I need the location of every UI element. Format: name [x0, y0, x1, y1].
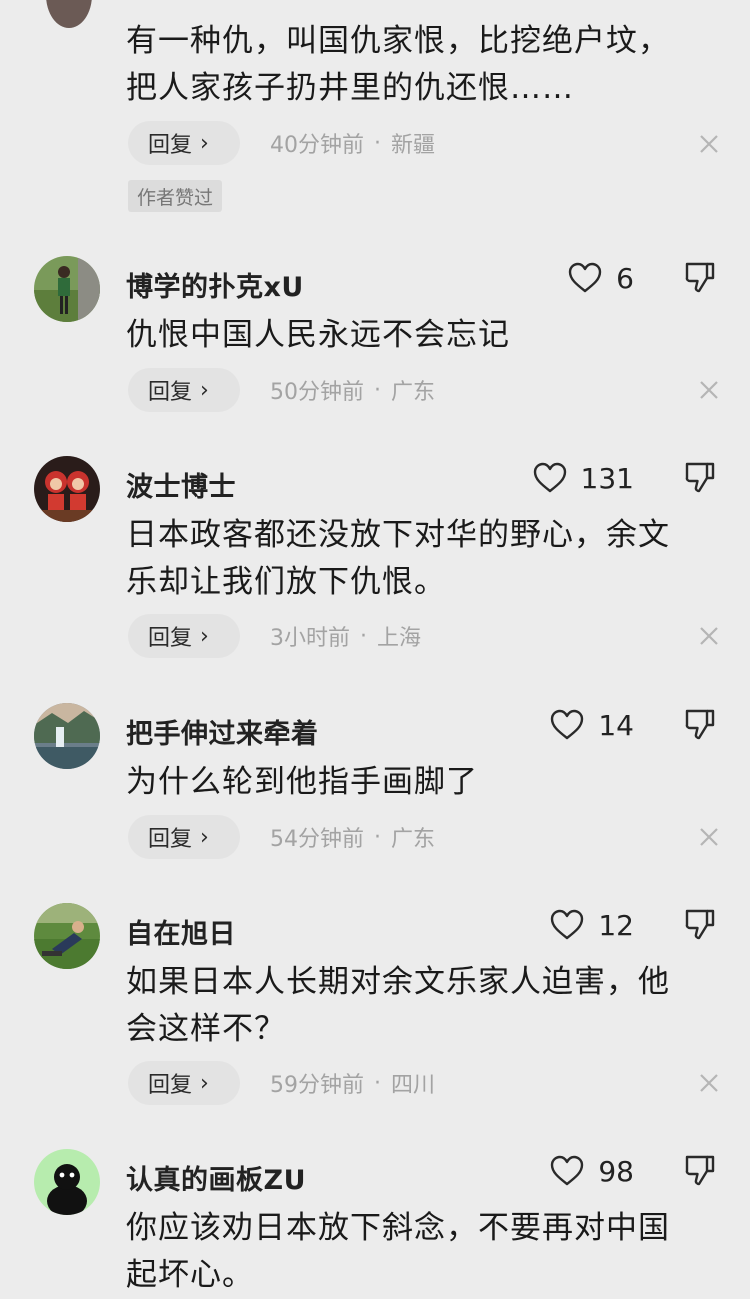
comment-content: 仇恨中国人民永远不会忘记 [126, 317, 510, 353]
close-icon[interactable] [698, 1072, 720, 1094]
avatar[interactable] [34, 256, 100, 322]
heart-outline-icon [551, 909, 584, 940]
comment-content: 有一种仇，叫国仇家恨，比挖绝户坟， 把人家孩子扔井里的仇还恨…… [126, 23, 670, 106]
reply-button[interactable]: 回复 › [128, 614, 240, 658]
thumbs-down-icon[interactable] [684, 707, 716, 741]
chevron-right-icon: › [200, 377, 209, 403]
comment-meta: 3小时前 · 上海 [270, 623, 422, 652]
heart-outline-icon [568, 262, 602, 293]
username[interactable]: 自在旭日 [126, 912, 236, 951]
like-button[interactable]: 12 [550, 905, 634, 945]
chevron-right-icon: › [200, 623, 209, 649]
like-button[interactable]: 98 [550, 1151, 634, 1191]
thumbs-down-icon[interactable] [684, 1153, 716, 1187]
reply-button[interactable]: 回复 › [128, 368, 240, 412]
close-icon[interactable] [698, 379, 720, 401]
username[interactable]: 把手伸过来牵着 [126, 712, 319, 751]
avatar[interactable] [34, 703, 100, 769]
like-count: 6 [616, 261, 634, 295]
comment-meta: 40分钟前 · 新疆 [270, 130, 436, 159]
reply-button[interactable]: 回复 › [128, 815, 240, 859]
comment-meta: 50分钟前 · 广东 [270, 377, 436, 406]
close-icon[interactable] [698, 133, 720, 155]
chevron-right-icon: › [200, 130, 209, 156]
like-count: 98 [598, 1154, 634, 1188]
comment-content: 为什么轮到他指手画脚了 [126, 764, 478, 800]
comment-content: 如果日本人长期对余文乐家人迫害，他 会这样不？ [126, 964, 670, 1047]
username[interactable]: 波士博士 [126, 465, 236, 504]
reply-button[interactable]: 回复 › [128, 1061, 240, 1105]
like-count: 12 [598, 908, 634, 942]
like-button[interactable]: 6 [568, 258, 634, 298]
comment-meta: 59分钟前 · 四川 [270, 1070, 436, 1099]
heart-outline-icon [551, 709, 584, 740]
like-count: 131 [580, 461, 634, 495]
avatar[interactable] [46, 0, 92, 28]
username[interactable]: 认真的画板ZU [126, 1158, 306, 1197]
like-button[interactable]: 14 [550, 705, 634, 745]
avatar[interactable] [34, 456, 100, 522]
author-liked-badge: 作者赞过 [128, 180, 223, 212]
reply-button[interactable]: 回复 › [128, 121, 240, 165]
avatar[interactable] [34, 1149, 100, 1215]
thumbs-down-icon[interactable] [684, 260, 716, 294]
avatar[interactable] [34, 903, 100, 969]
comment-meta: 54分钟前 · 广东 [270, 824, 436, 853]
heart-outline-icon [551, 1155, 584, 1186]
close-icon[interactable] [698, 826, 720, 848]
comment-content: 你应该劝日本放下斜念，不要再对中国 起坏心。 [126, 1210, 670, 1293]
chevron-right-icon: › [200, 824, 209, 850]
like-button[interactable]: 131 [533, 458, 634, 498]
username[interactable]: 博学的扑克xU [126, 265, 304, 304]
comment-feed: 有一种仇，叫国仇家恨，比挖绝户坟， 把人家孩子扔井里的仇还恨…… 回复 › 40… [0, 0, 750, 1293]
thumbs-down-icon[interactable] [684, 907, 716, 941]
close-icon[interactable] [698, 625, 720, 647]
thumbs-down-icon[interactable] [684, 460, 716, 494]
like-count: 14 [598, 708, 634, 742]
heart-outline-icon [533, 462, 566, 493]
chevron-right-icon: › [200, 1070, 209, 1096]
comment-content: 日本政客都还没放下对华的野心，余文 乐却让我们放下仇恨。 [126, 517, 670, 600]
